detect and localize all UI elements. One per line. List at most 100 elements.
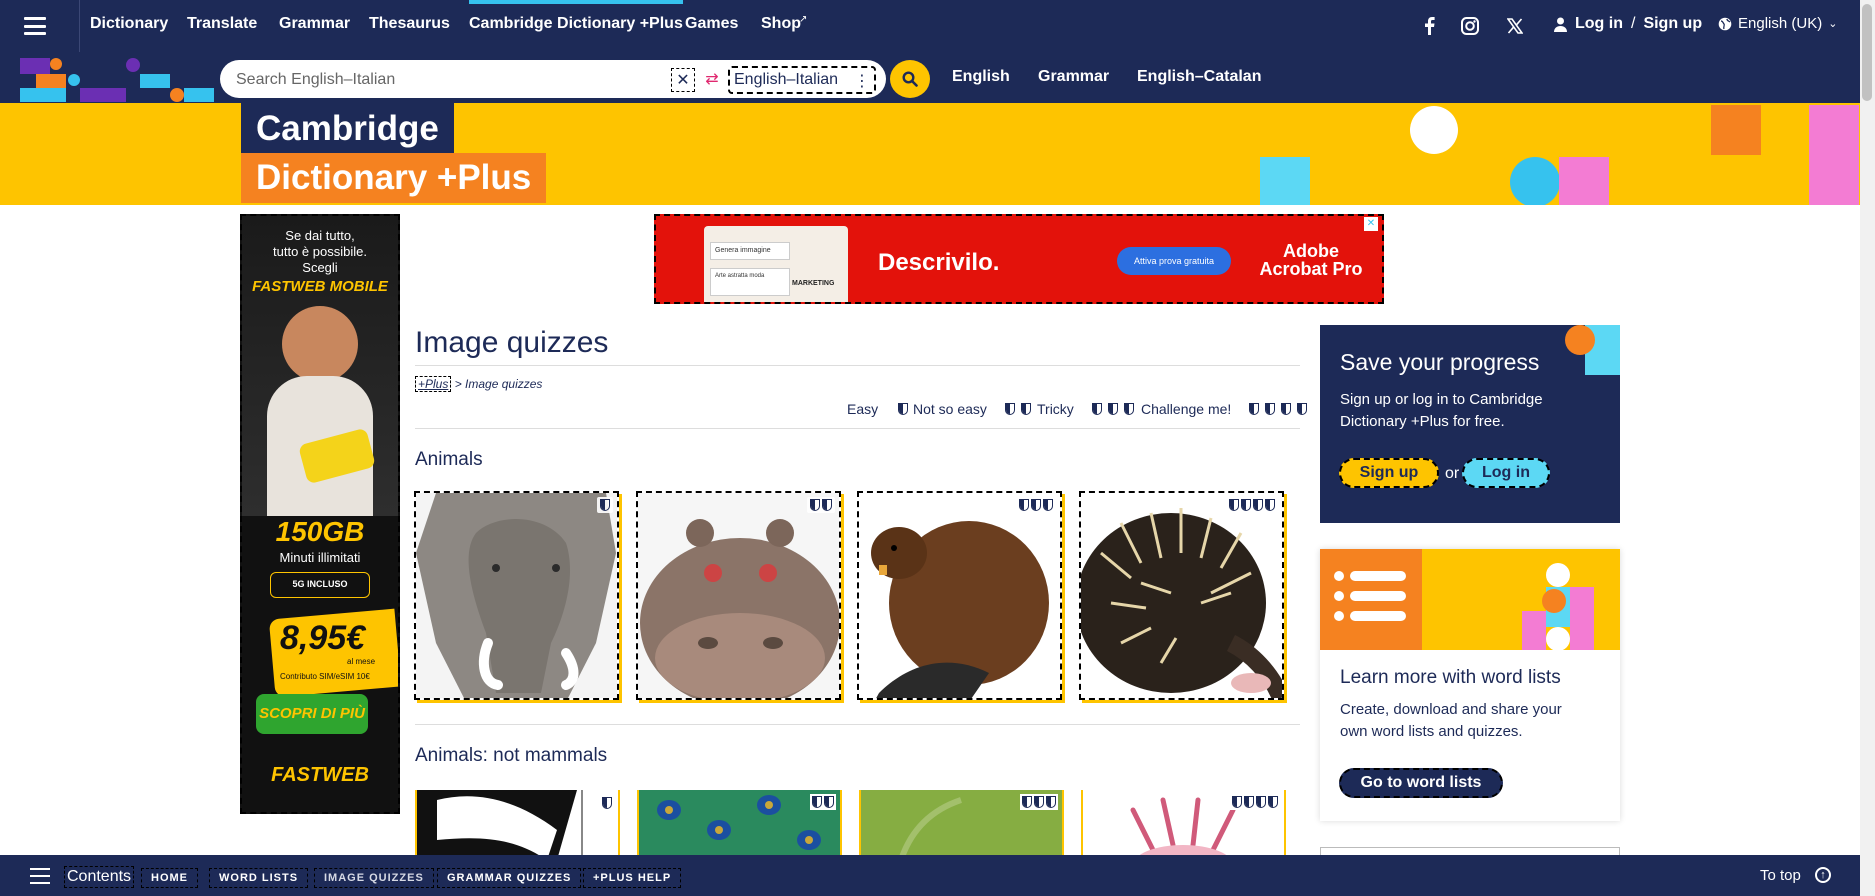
nav-grammar[interactable]: Grammar <box>279 15 350 33</box>
panel-signup-button[interactable]: Sign up <box>1339 458 1439 488</box>
instagram-icon[interactable] <box>1458 15 1482 37</box>
difficulty-icons <box>1226 497 1278 513</box>
beaver-image <box>859 493 1060 698</box>
top-nav: Dictionary Translate Grammar Thesaurus C… <box>0 0 1860 52</box>
dictionary-select-value: English–Italian <box>734 71 839 88</box>
language-selector[interactable]: English (UK) ⌄ <box>1718 15 1837 32</box>
quiz-card-butterfly[interactable] <box>415 790 620 860</box>
external-link-icon: ↗ <box>799 14 808 25</box>
nav-dictionary[interactable]: Dictionary <box>90 15 168 33</box>
nav-translate[interactable]: Translate <box>187 15 257 33</box>
ad-left-5g: 5G INCLUSO <box>270 572 370 598</box>
ad-left-per: al mese <box>347 657 376 666</box>
elephant-image <box>416 493 617 698</box>
difficulty-icons <box>1016 497 1056 513</box>
breadcrumb: +Plus > Image quizzes <box>415 376 542 392</box>
difficulty-icons <box>1020 794 1058 810</box>
ad-frame <box>1320 847 1620 855</box>
nav-games[interactable]: Games <box>685 15 738 33</box>
quiz-card-hippo[interactable] <box>636 491 841 700</box>
cambridge-logo[interactable] <box>18 58 218 104</box>
scrollbar[interactable] <box>1860 0 1875 896</box>
arrow-up-icon[interactable]: ↑ <box>1815 867 1831 883</box>
menu-icon[interactable] <box>20 14 50 38</box>
level-not-so-easy: Not so easy <box>913 401 1031 417</box>
quiz-card-axolotl[interactable] <box>1081 790 1286 860</box>
left-advertisement[interactable]: Se dai tutto, tutto è possibile. Scegli FA… <box>240 214 400 814</box>
login-slash: / <box>1630 15 1636 32</box>
difficulty-icons <box>597 497 613 513</box>
dictionary-select[interactable]: English–Italian ⋮ <box>728 66 876 94</box>
x-twitter-icon[interactable] <box>1503 15 1527 37</box>
word-lists-title: Learn more with word lists <box>1340 667 1561 688</box>
ad-left-brand: FASTWEB MOBILE <box>252 278 388 295</box>
to-top-link[interactable]: To top <box>1760 867 1801 884</box>
ad-left-cta[interactable]: SCOPRI DI PIÙ <box>256 694 368 734</box>
panel-or-text: or <box>1445 465 1460 482</box>
quick-link-english[interactable]: English <box>952 68 1010 86</box>
ad-left-minutes: Minuti illimitati <box>279 550 361 565</box>
ad-left-price: 8,95€ <box>280 619 366 657</box>
signup-link[interactable]: Sign up <box>1643 15 1702 33</box>
nav-plus[interactable]: Cambridge Dictionary +Plus <box>469 0 683 33</box>
user-icon <box>1554 17 1567 32</box>
swap-languages-icon[interactable]: ⇄ <box>701 68 723 90</box>
bottom-link-grammar-quizzes[interactable]: GRAMMAR QUIZZES <box>437 868 582 888</box>
section-title-not-mammals: Animals: not mammals <box>415 745 608 766</box>
contents-link[interactable]: Contents <box>64 866 135 888</box>
save-progress-text: Sign up or log in to Cambridge Dictionar… <box>1340 391 1543 430</box>
save-progress-panel: Save your progress Sign up or log in to … <box>1320 325 1620 523</box>
top-advertisement[interactable]: Genera immagine Arte astratta moda MARKE… <box>654 214 1384 304</box>
search-input[interactable] <box>236 69 676 91</box>
contents-menu-icon[interactable] <box>30 868 50 884</box>
globe-icon <box>1718 17 1732 30</box>
page-title: Image quizzes <box>415 326 609 359</box>
bottom-link-word-lists[interactable]: WORD LISTS <box>209 868 309 888</box>
clear-search-icon[interactable]: ✕ <box>671 68 695 92</box>
go-to-word-lists-button[interactable]: Go to word lists <box>1339 768 1503 798</box>
search-icon <box>902 71 918 87</box>
nav-shop[interactable]: Shop <box>761 15 801 33</box>
divider <box>415 365 1300 366</box>
nav-divider <box>79 0 80 52</box>
nav-thesaurus[interactable]: Thesaurus <box>369 15 450 33</box>
search-box: ✕ ⇄ English–Italian ⋮ <box>220 60 886 98</box>
ad-left-gb: 150GB <box>275 516 365 547</box>
login-signup[interactable]: Log in / Sign up <box>1554 15 1702 33</box>
bottom-link-plus-help[interactable]: +PLUS HELP <box>583 868 682 888</box>
login-link[interactable]: Log in <box>1575 15 1623 33</box>
quiz-card-peacock[interactable] <box>637 790 842 860</box>
facebook-icon[interactable] <box>1417 15 1441 37</box>
ad-left-contrib: Contributo SIM/eSIM 10€ <box>280 672 370 681</box>
search-button[interactable] <box>890 60 930 98</box>
word-lists-text: Create, download and share your own word… <box>1340 701 1562 740</box>
word-lists-panel: Learn more with word lists Create, downl… <box>1320 549 1620 821</box>
chevron-down-icon: ⌄ <box>1828 18 1838 30</box>
bottom-link-home[interactable]: HOME <box>141 868 198 888</box>
section-title-animals: Animals <box>415 449 483 470</box>
quiz-card-echidna[interactable] <box>1079 491 1284 700</box>
list-icon <box>1320 549 1422 650</box>
butterfly-image <box>417 790 583 858</box>
ad-person <box>282 306 358 382</box>
level-challenge: Challenge me! <box>1141 401 1308 417</box>
quick-link-grammar[interactable]: Grammar <box>1038 68 1109 86</box>
ad-top-cta[interactable]: Attiva prova gratuita <box>1117 247 1231 275</box>
difficulty-icons <box>600 794 614 816</box>
save-progress-title: Save your progress <box>1340 349 1540 375</box>
bottom-link-image-quizzes[interactable]: IMAGE QUIZZES <box>314 868 434 888</box>
quick-link-english-catalan[interactable]: English–Catalan <box>1137 68 1261 86</box>
quiz-card-beaver[interactable] <box>857 491 1062 700</box>
ad-left-logo: FASTWEB <box>271 764 369 786</box>
echidna-image <box>1081 493 1282 698</box>
panel-login-button[interactable]: Log in <box>1462 458 1550 488</box>
more-vertical-icon: ⋮ <box>854 73 870 90</box>
banner-title-cambridge: Cambridge <box>241 103 454 153</box>
quiz-card-elephant[interactable] <box>414 491 619 700</box>
quiz-card-insect[interactable] <box>859 790 1064 860</box>
breadcrumb-plus-link[interactable]: +Plus <box>415 376 452 392</box>
scrollbar-thumb[interactable] <box>1862 4 1872 101</box>
difficulty-icons <box>1230 794 1280 810</box>
difficulty-icons <box>807 497 835 513</box>
ad-close-icon[interactable]: ✕ <box>1364 217 1378 231</box>
